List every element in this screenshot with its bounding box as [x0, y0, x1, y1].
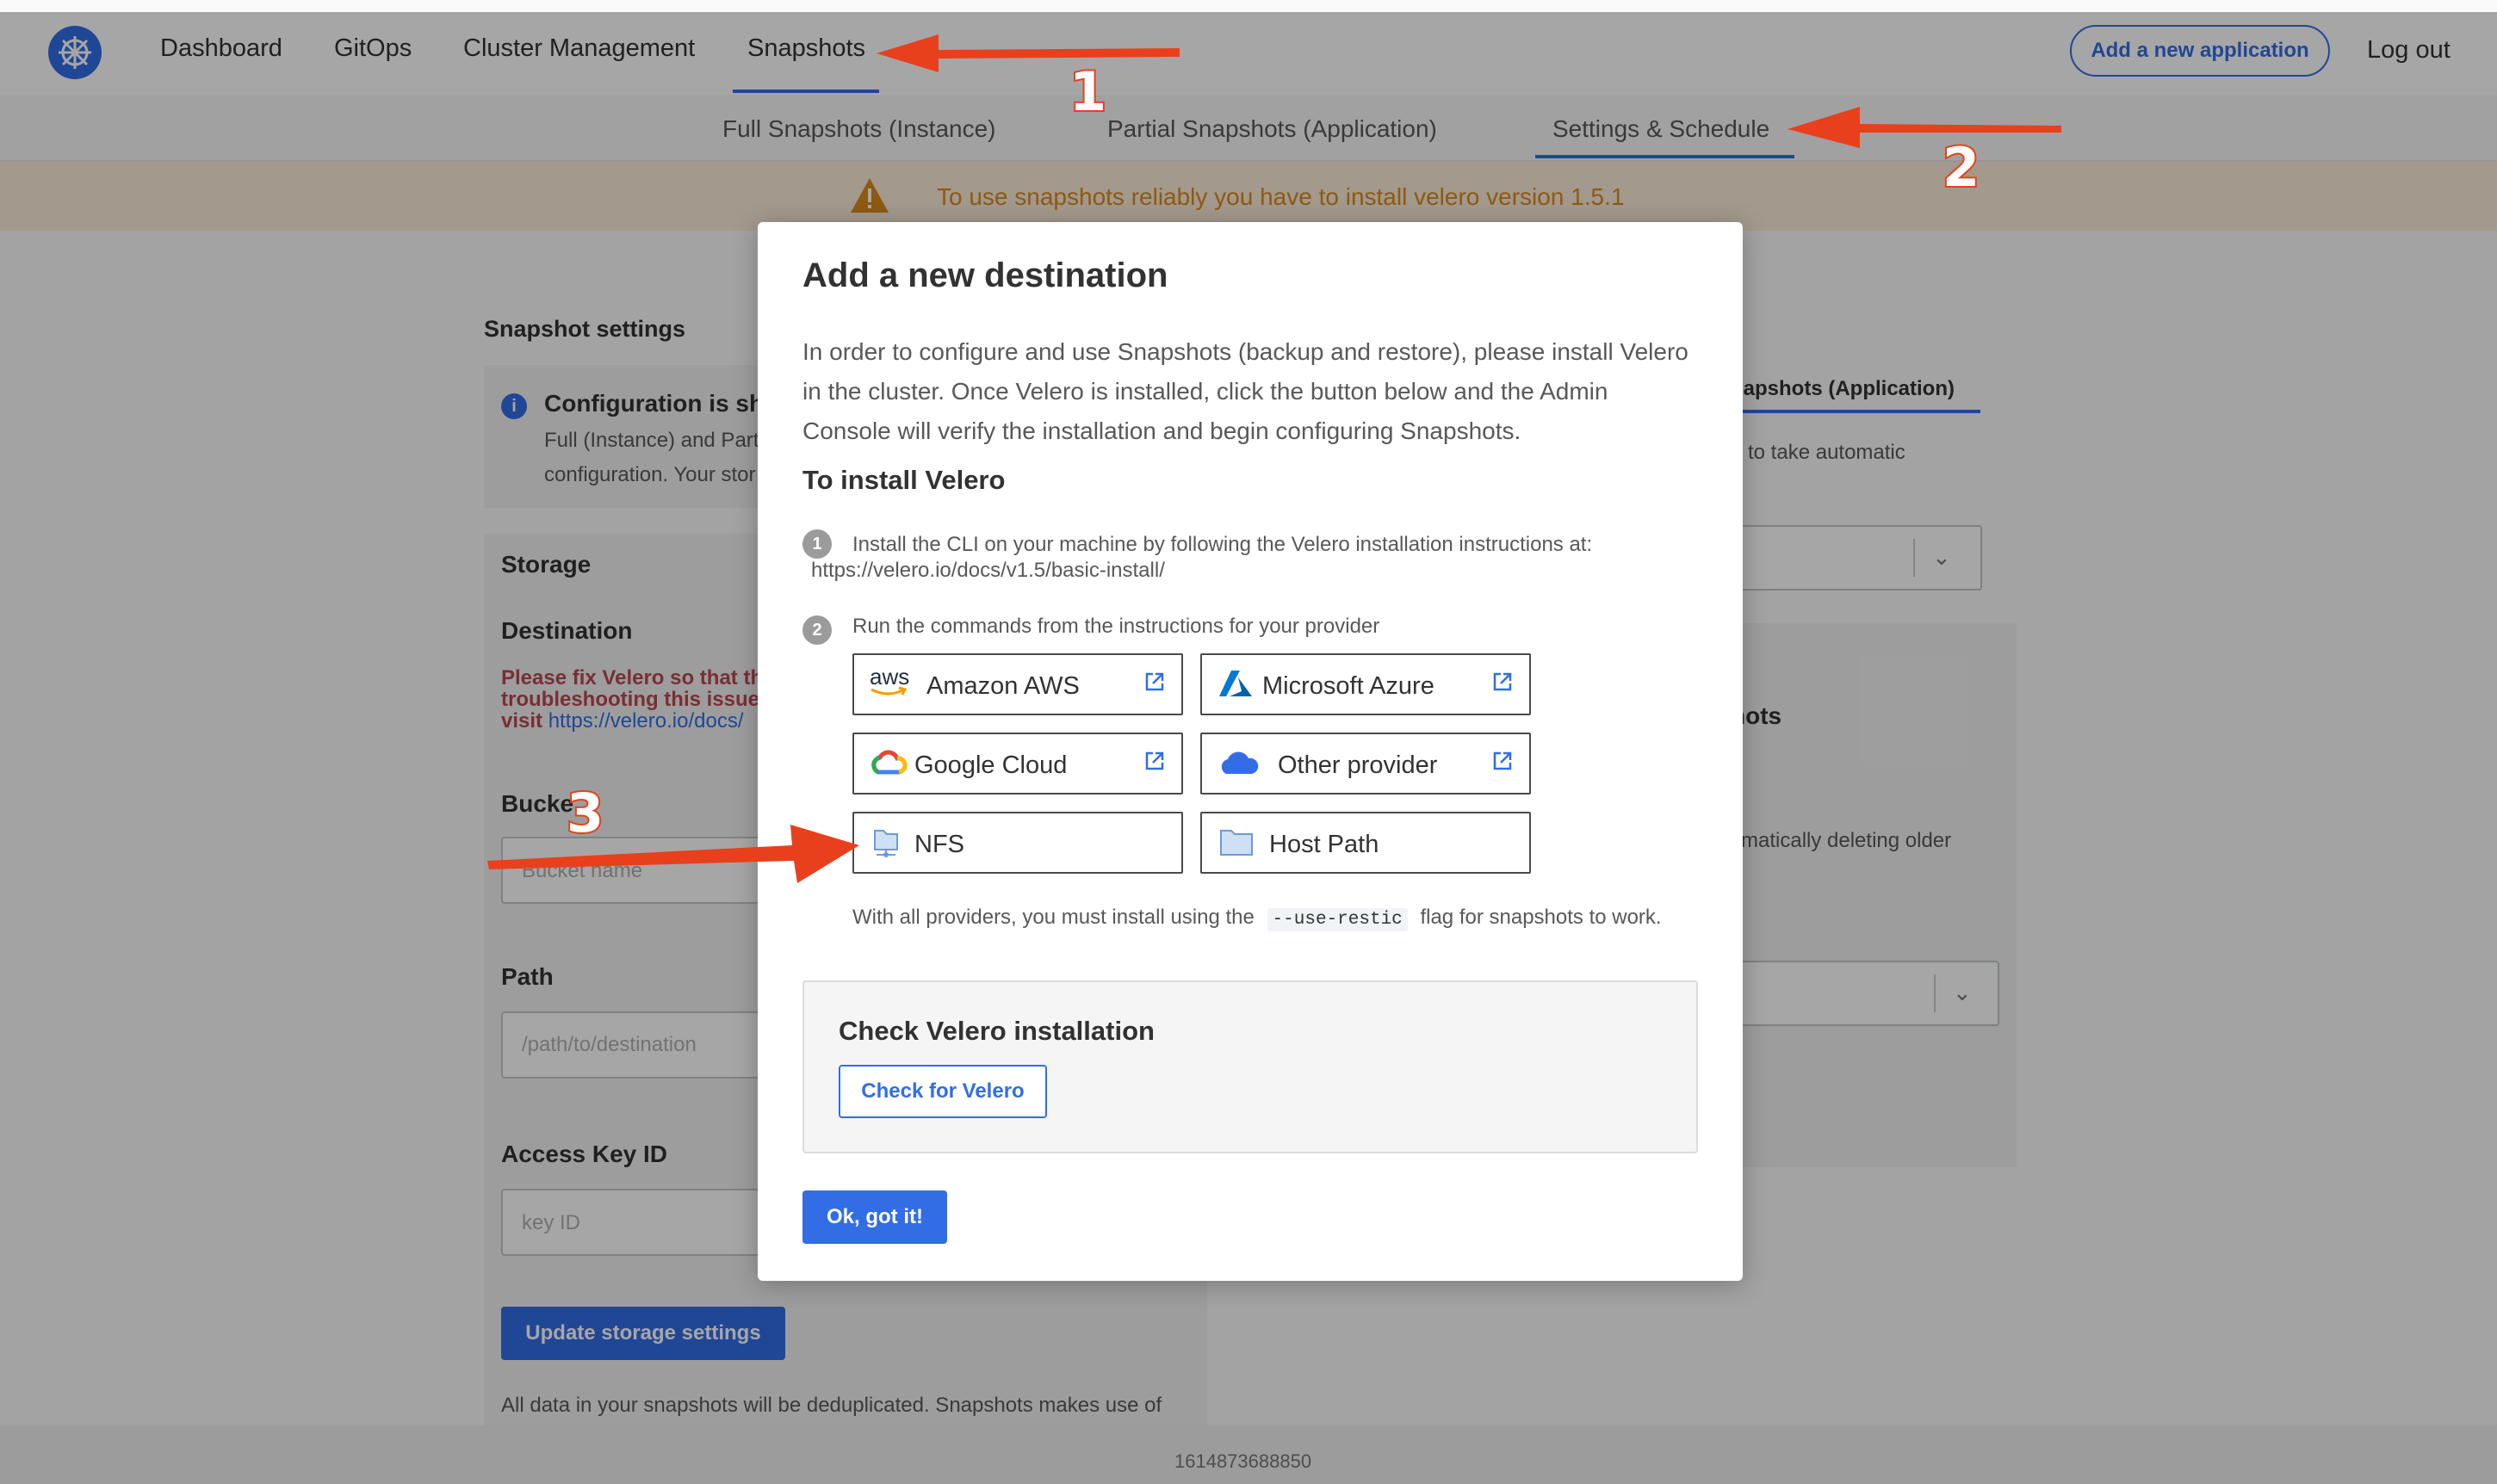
- annotation-number-1: 1: [1068, 59, 1108, 125]
- annotation-number-2: 2: [1941, 134, 1981, 201]
- annotation-number-3: 3: [565, 780, 605, 846]
- annotation-arrows: [487, 34, 2061, 883]
- arrow-2: [1788, 107, 2061, 148]
- arrow-1: [877, 34, 1180, 72]
- arrow-3: [487, 825, 859, 883]
